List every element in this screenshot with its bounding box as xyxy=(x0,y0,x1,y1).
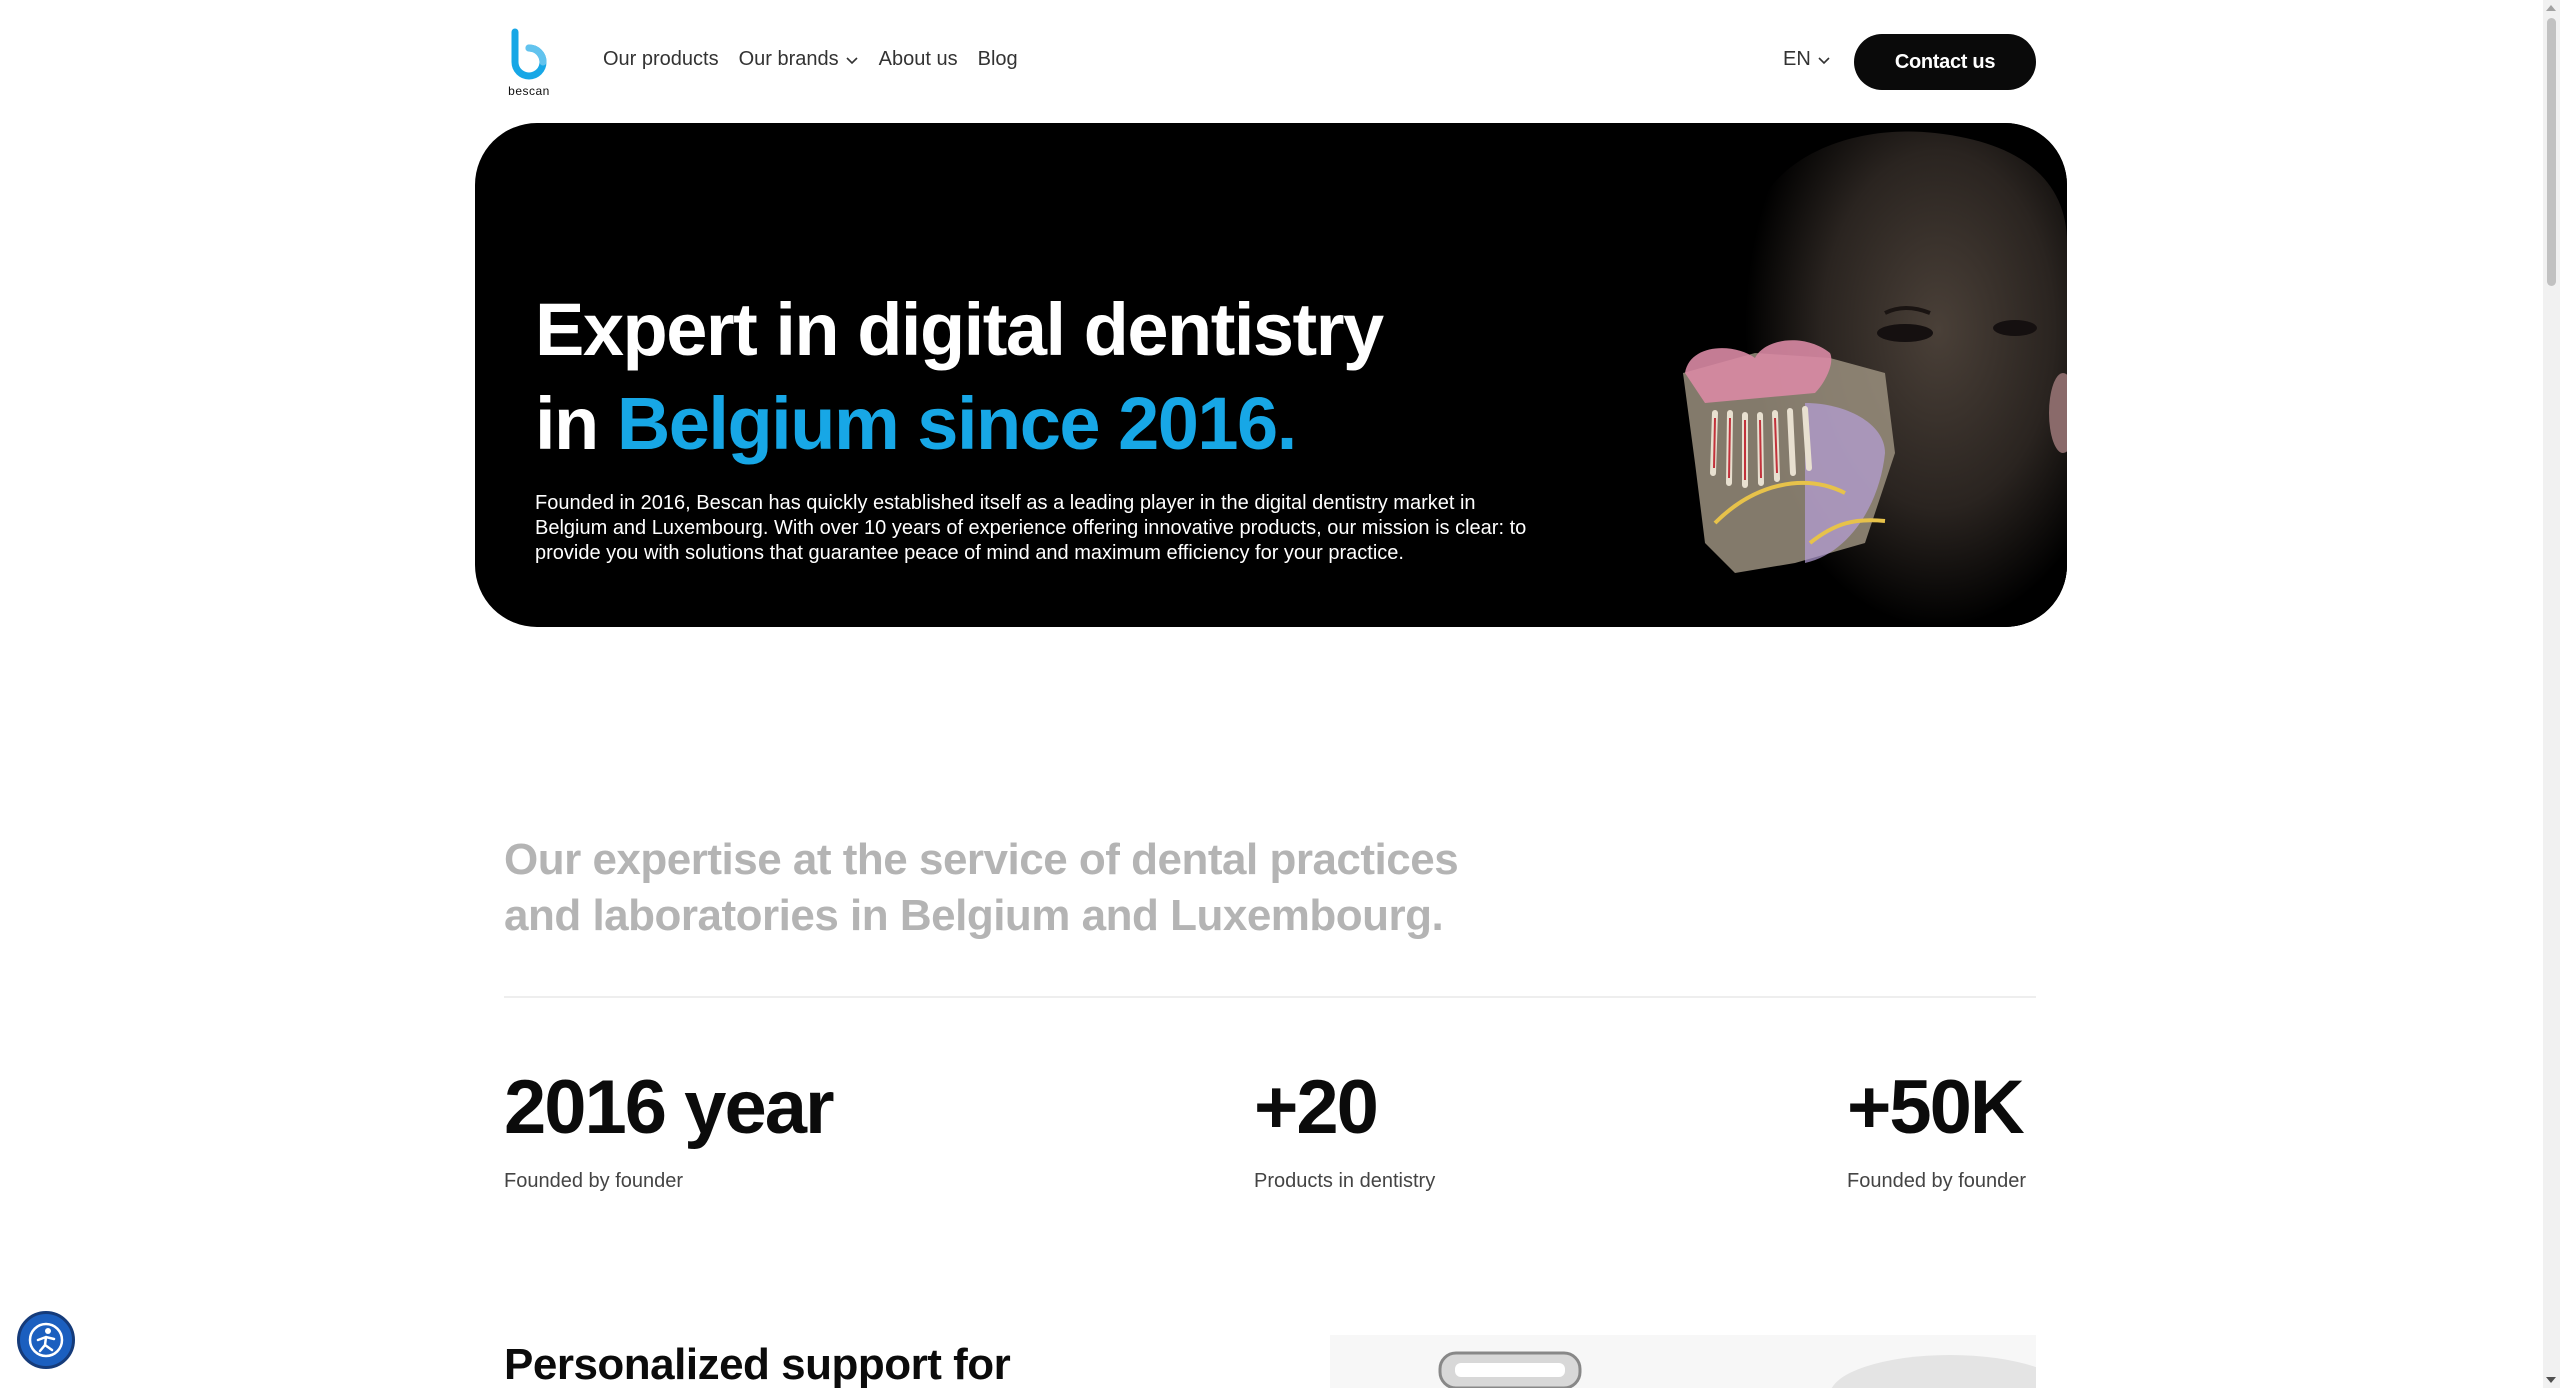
stat-value: +20 xyxy=(1254,1065,1379,1150)
hero-title-prefix: in xyxy=(535,382,617,465)
logo-mark xyxy=(511,28,547,80)
nav-label: About us xyxy=(878,48,958,70)
stat-founded-year: 2016 year Founded by founder xyxy=(504,1062,835,1193)
logo-wordmark: bescan xyxy=(508,84,550,98)
main-nav: Our products Our brands About us Blog xyxy=(603,48,1018,71)
stat-value: +50K xyxy=(1847,1065,2025,1150)
hero-banner: Expert in digital dentistry in Belgium s… xyxy=(475,123,2067,627)
nav-label: Our products xyxy=(603,48,719,70)
scanner-product-image xyxy=(1330,1335,2036,1388)
stat-label: Founded by founder xyxy=(1847,1170,2027,1192)
expertise-line2: and laboratories in Belgium and Luxembou… xyxy=(504,891,1444,940)
hero-title-accent: Belgium since 2016. xyxy=(616,382,1297,465)
dental-scan-image xyxy=(1595,123,2067,627)
section-divider xyxy=(504,996,2036,998)
nav-our-brands[interactable]: Our brands xyxy=(739,48,859,71)
nav-label: Our brands xyxy=(738,48,839,70)
site-header: bescan Our products Our brands About us … xyxy=(0,0,2543,124)
expertise-line1: Our expertise at the service of dental p… xyxy=(504,835,1459,884)
nav-about-us[interactable]: About us xyxy=(879,48,958,71)
accessibility-icon xyxy=(28,1322,64,1358)
stat-value: 2016 year xyxy=(504,1065,835,1150)
scroll-up-arrow-icon[interactable] xyxy=(2546,5,2556,11)
hero-description: Founded in 2016, Bescan has quickly esta… xyxy=(535,492,1527,564)
nav-our-products[interactable]: Our products xyxy=(603,48,719,71)
scroll-thumb[interactable] xyxy=(2547,18,2556,286)
contact-us-button[interactable]: Contact us xyxy=(1854,34,2036,90)
stat-products: +20 Products in dentistry xyxy=(1254,1062,1435,1193)
language-selector[interactable]: EN xyxy=(1783,48,1831,71)
scroll-down-arrow-icon[interactable] xyxy=(2546,1377,2556,1383)
chevron-down-icon xyxy=(1818,56,1830,64)
bescan-logo[interactable]: bescan xyxy=(505,28,553,98)
accessibility-button[interactable] xyxy=(17,1311,75,1369)
stat-label: Products in dentistry xyxy=(1254,1170,1436,1192)
hero-title-line1: Expert in digital dentistry xyxy=(535,288,1384,371)
chevron-down-icon xyxy=(846,56,858,64)
nav-blog[interactable]: Blog xyxy=(978,48,1018,71)
hero-title: Expert in digital dentistry in Belgium s… xyxy=(535,283,1384,471)
support-heading: Personalized support for xyxy=(504,1340,1011,1388)
stat-label: Founded by founder xyxy=(504,1170,684,1192)
language-label: EN xyxy=(1783,48,1811,70)
stat-customers: +50K Founded by founder xyxy=(1847,1062,2026,1193)
page-scrollbar[interactable] xyxy=(2543,0,2560,1388)
expertise-heading: Our expertise at the service of dental p… xyxy=(504,832,1604,944)
nav-label: Blog xyxy=(977,48,1018,70)
